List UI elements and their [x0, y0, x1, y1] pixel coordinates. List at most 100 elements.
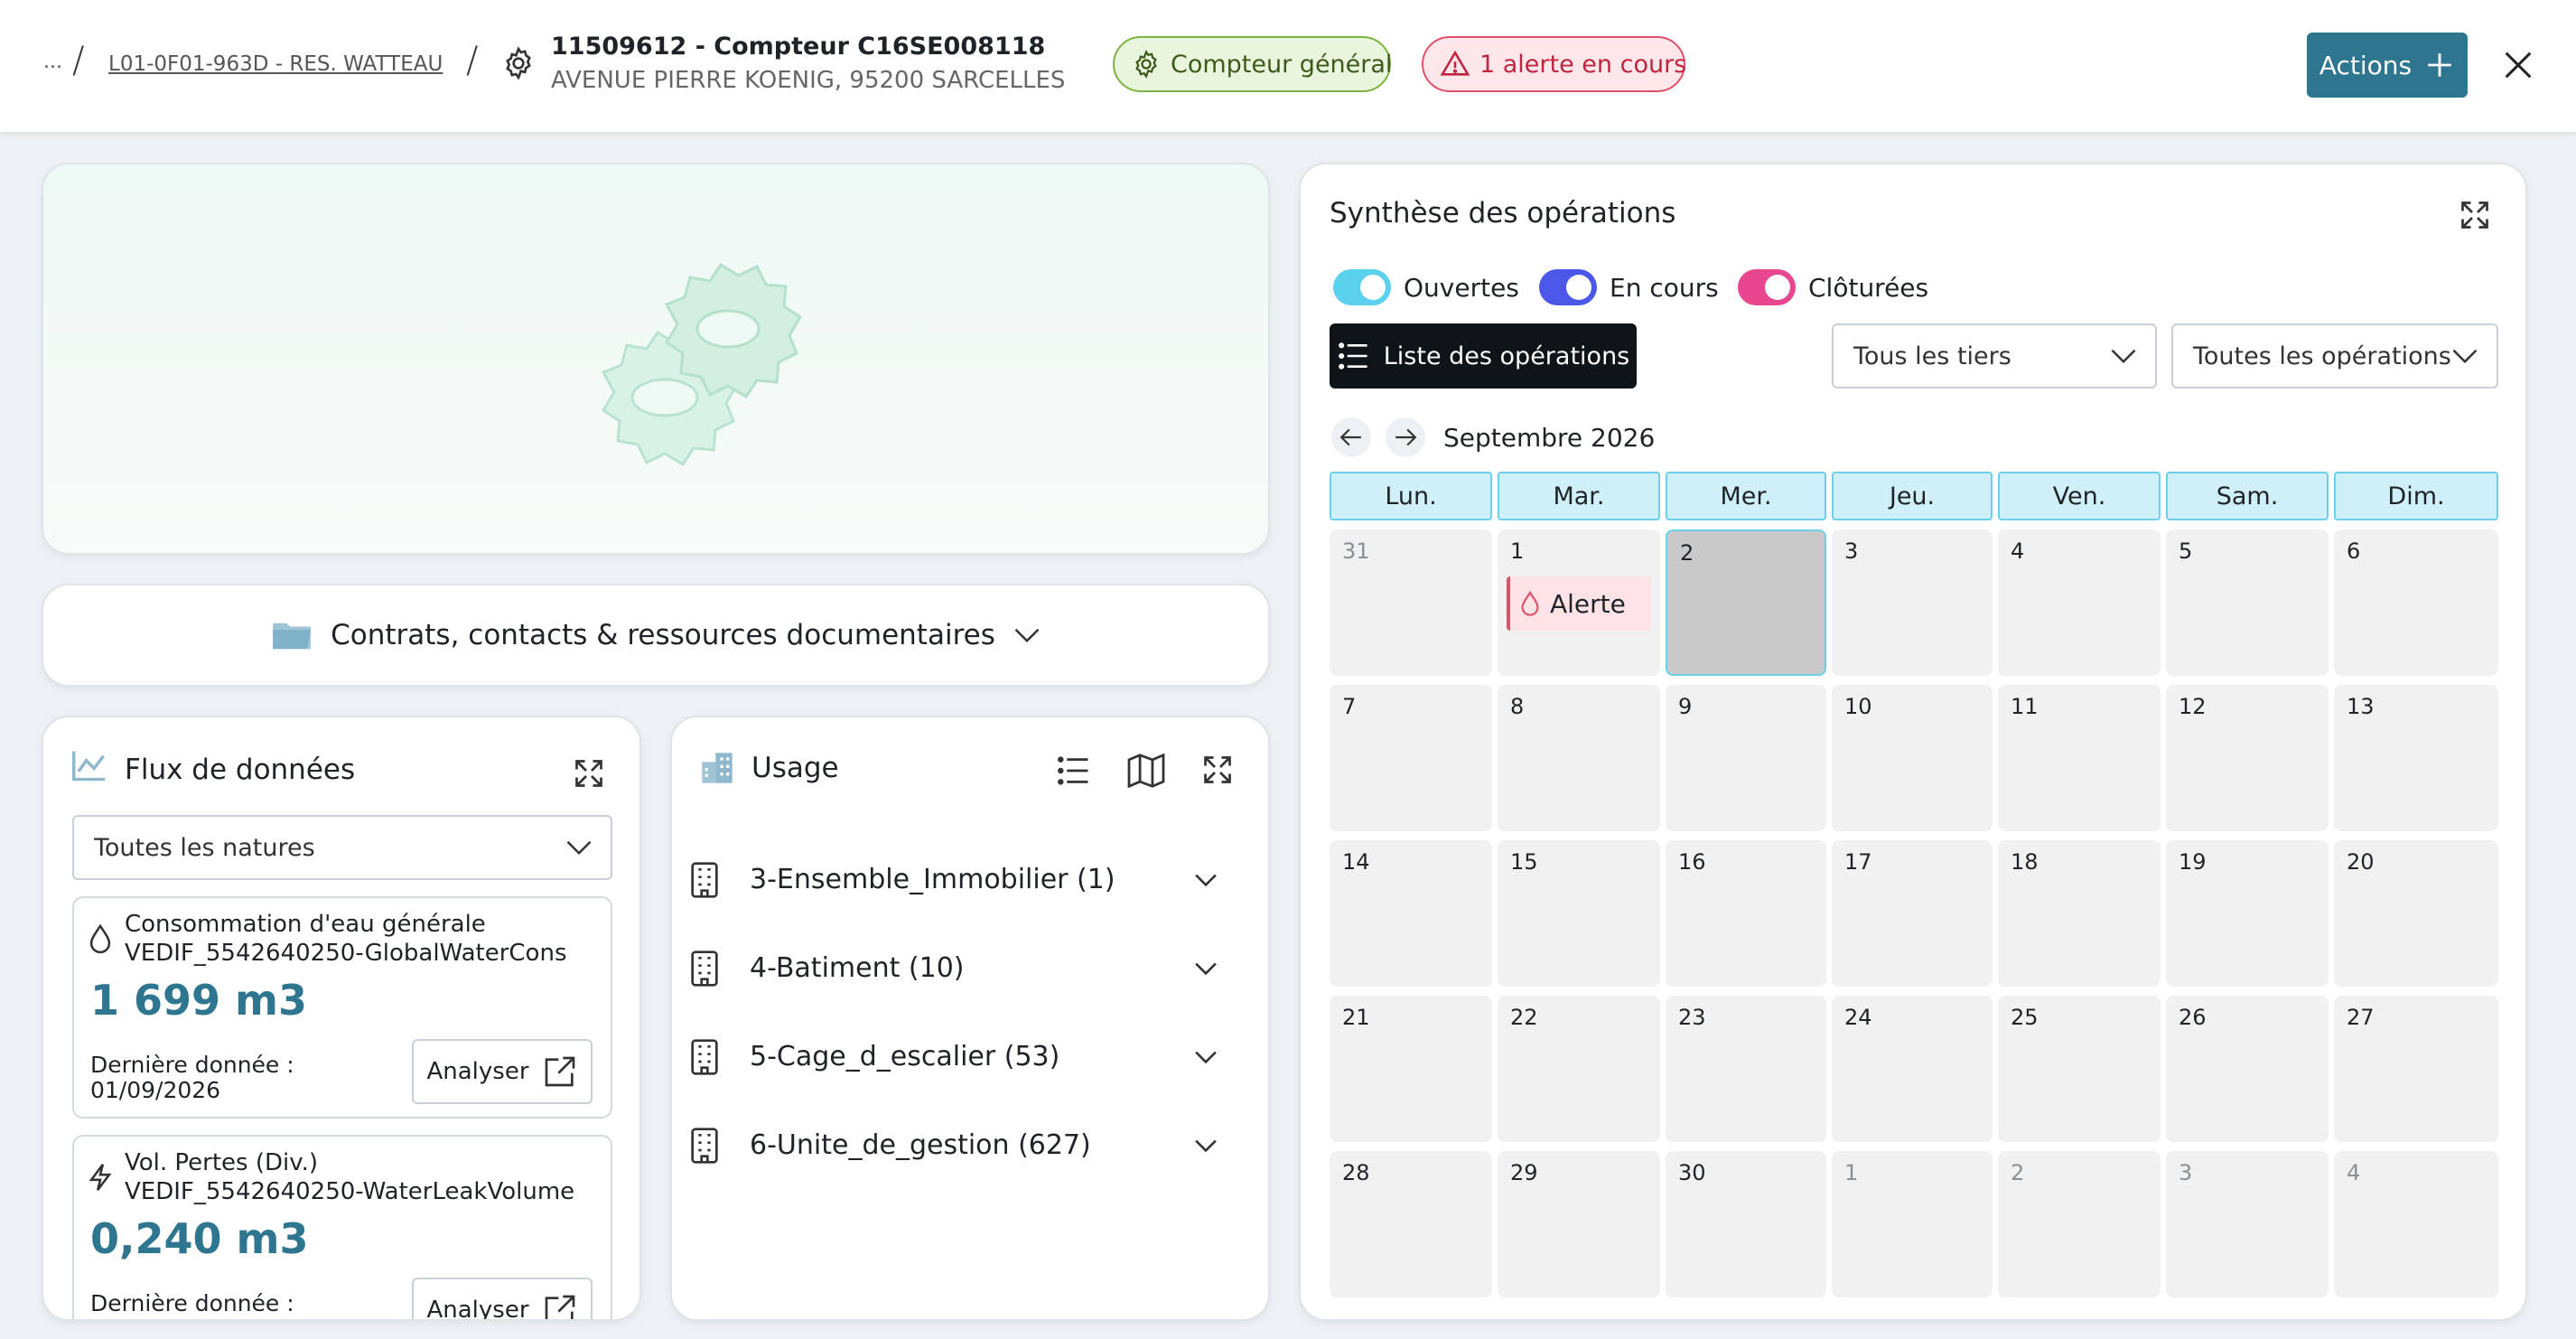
status-badge-general[interactable]: Compteur général	[1113, 36, 1392, 92]
analyser-button[interactable]: Analyser	[412, 1039, 593, 1104]
calendar-day[interactable]: 8	[1498, 685, 1660, 831]
flux-item-name: Consommation d'eau générale	[125, 911, 486, 938]
calendar-day[interactable]: 29	[1498, 1151, 1660, 1297]
operations-filter-value: Toutes les opérations	[2193, 342, 2451, 370]
plus-icon	[2424, 50, 2455, 80]
expand-icon[interactable]	[2459, 199, 2491, 231]
previous-month-button[interactable]	[1331, 417, 1371, 457]
toggle-switch[interactable]	[1333, 269, 1391, 305]
operations-filter-select[interactable]: Toutes les opérations	[2171, 323, 2498, 389]
calendar-day[interactable]: 25	[1998, 996, 2161, 1142]
tiers-filter-select[interactable]: Tous les tiers	[1832, 323, 2157, 389]
calendar-day[interactable]: 15	[1498, 840, 1660, 987]
calendar-day[interactable]: 18	[1998, 840, 2161, 987]
toggle-switch[interactable]	[1539, 269, 1597, 305]
calendar-day[interactable]: 4	[1998, 529, 2161, 676]
calendar-day[interactable]: 17	[1832, 840, 1993, 987]
calendar-day[interactable]: 1 Alerte	[1498, 529, 1660, 676]
hero-illustration-card	[42, 163, 1270, 555]
toggle-cloturees[interactable]: Clôturées	[1738, 267, 1928, 307]
calendar-day[interactable]: 3	[2166, 1151, 2329, 1297]
toggle-label: En cours	[1610, 272, 1719, 303]
toggle-switch[interactable]	[1738, 269, 1796, 305]
calendar-day[interactable]: 12	[2166, 685, 2329, 831]
line-chart-icon	[70, 748, 108, 782]
tiers-filter-value: Tous les tiers	[1853, 342, 2011, 370]
analyser-label: Analyser	[426, 1058, 529, 1085]
usage-row[interactable]: 3-Ensemble_Immobilier (1)	[690, 853, 1250, 907]
expand-icon[interactable]	[1201, 754, 1234, 786]
calendar-day-number: 30	[1678, 1160, 1706, 1185]
lightning-icon	[87, 1162, 114, 1193]
calendar-day-number: 12	[2179, 694, 2207, 719]
calendar-day[interactable]: 14	[1330, 840, 1492, 987]
list-icon[interactable]	[1057, 755, 1091, 786]
usage-row-label: 6-Unite_de_gestion (627)	[750, 1129, 1091, 1161]
status-badge-alert[interactable]: 1 alerte en cours	[1422, 36, 1687, 92]
calendar-day-number: 8	[1510, 694, 1525, 719]
calendar-day[interactable]: 16	[1666, 840, 1826, 987]
calendar-day[interactable]: 23	[1666, 996, 1826, 1142]
breadcrumb-ellipsis[interactable]: ...	[43, 51, 62, 73]
expand-icon[interactable]	[573, 757, 605, 790]
weekday-header: Jeu.	[1832, 472, 1993, 520]
badge-alert-label: 1 alerte en cours	[1479, 50, 1687, 79]
calendar-day[interactable]: 30	[1666, 1151, 1826, 1297]
map-icon[interactable]	[1127, 754, 1165, 788]
usage-row[interactable]: 4-Batiment (10)	[690, 941, 1250, 996]
calendar-day[interactable]: 19	[2166, 840, 2329, 987]
calendar-day[interactable]: 10	[1832, 685, 1993, 831]
calendar-day-number: 16	[1678, 849, 1706, 875]
calendar-day-number: 22	[1510, 1005, 1538, 1030]
calendar-day-number: 3	[2179, 1160, 2193, 1185]
calendar-day[interactable]: 2	[1998, 1151, 2161, 1297]
analyser-button[interactable]: Analyser	[412, 1278, 593, 1319]
close-icon[interactable]	[2500, 47, 2536, 83]
calendar-day[interactable]: 20	[2334, 840, 2498, 987]
toggle-ouvertes[interactable]: Ouvertes	[1333, 267, 1519, 307]
calendar-day[interactable]: 22	[1498, 996, 1660, 1142]
next-month-button[interactable]	[1386, 417, 1425, 457]
calendar-day[interactable]: 5	[2166, 529, 2329, 676]
calendar-day[interactable]: 31	[1330, 529, 1492, 676]
alert-event-label: Alerte	[1550, 588, 1626, 619]
usage-row[interactable]: 6-Unite_de_gestion (627)	[690, 1119, 1250, 1173]
documents-accordion[interactable]: Contrats, contacts & ressources document…	[42, 584, 1270, 687]
building-icon	[690, 1039, 719, 1075]
chevron-down-icon	[1194, 961, 1218, 976]
calendar-day[interactable]: 26	[2166, 996, 2329, 1142]
calendar-day-today[interactable]: 2	[1666, 529, 1826, 676]
calendar-day[interactable]: 9	[1666, 685, 1826, 831]
weekday-header: Ven.	[1998, 472, 2161, 520]
calendar-day[interactable]: 11	[1998, 685, 2161, 831]
building-icon	[690, 1128, 719, 1164]
calendar-day[interactable]: 21	[1330, 996, 1492, 1142]
operations-list-button[interactable]: Liste des opérations	[1330, 323, 1637, 389]
flux-item-last-label: Dernière donnée :	[90, 1290, 294, 1316]
usage-row[interactable]: 5-Cage_d_escalier (53)	[690, 1030, 1250, 1084]
calendar-day-number: 1	[1844, 1160, 1859, 1185]
calendar-day[interactable]: 4	[2334, 1151, 2498, 1297]
alert-event[interactable]: Alerte	[1507, 576, 1651, 631]
nature-filter-select[interactable]: Toutes les natures	[72, 815, 612, 880]
calendar-day[interactable]: 24	[1832, 996, 1993, 1142]
calendar-day-number: 25	[2011, 1005, 2039, 1030]
calendar-day-number: 5	[2179, 538, 2193, 564]
calendar-day-number: 13	[2347, 694, 2375, 719]
chevron-down-icon	[1194, 873, 1218, 887]
calendar-day[interactable]: 1	[1832, 1151, 1993, 1297]
calendar-day[interactable]: 13	[2334, 685, 2498, 831]
calendar-day[interactable]: 6	[2334, 529, 2498, 676]
actions-button[interactable]: Actions	[2307, 33, 2468, 98]
toggle-en-cours[interactable]: En cours	[1539, 267, 1719, 307]
calendar-day[interactable]: 28	[1330, 1151, 1492, 1297]
calendar-day-number: 26	[2179, 1005, 2207, 1030]
weekday-header: Lun.	[1330, 472, 1492, 520]
breadcrumb-link-residence[interactable]: L01-0F01-963D - RES. WATTEAU	[108, 52, 443, 76]
actions-label: Actions	[2319, 50, 2413, 80]
calendar-day[interactable]: 27	[2334, 996, 2498, 1142]
calendar-day[interactable]: 7	[1330, 685, 1492, 831]
calendar-day[interactable]: 3	[1832, 529, 1993, 676]
warning-triangle-icon	[1440, 49, 1470, 80]
list-icon	[1337, 342, 1371, 370]
